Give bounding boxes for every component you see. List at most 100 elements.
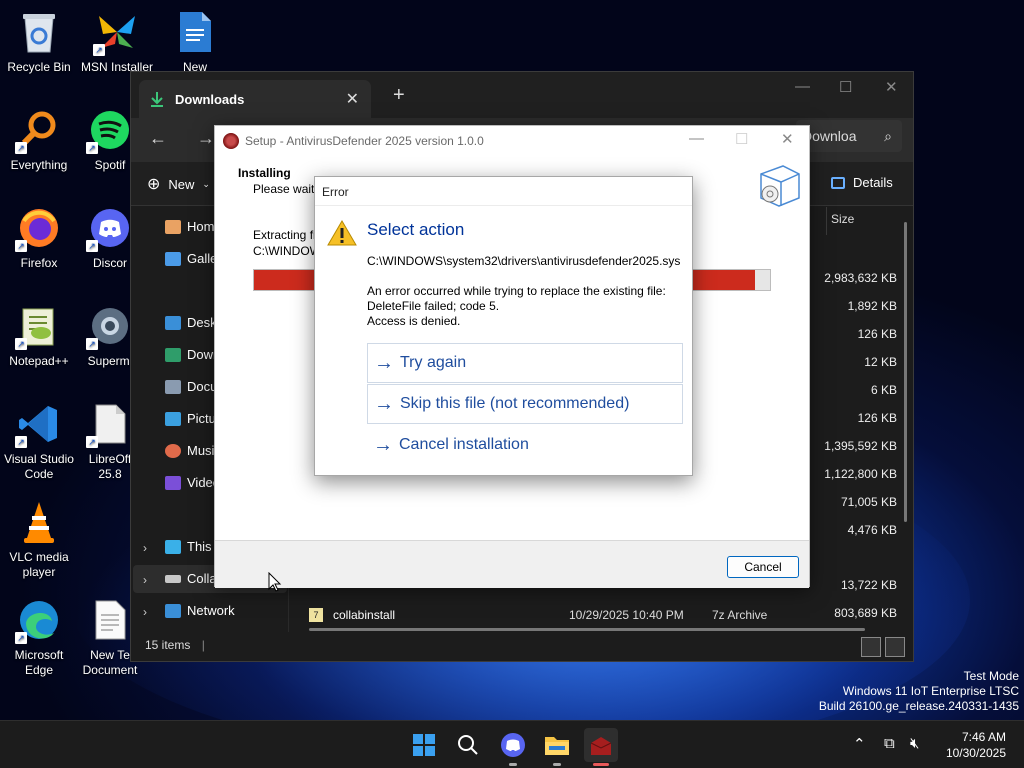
desktop-icon-edge[interactable]: ↗ Microsoft Edge [0, 596, 78, 678]
desktop-icon-vscode[interactable]: ↗ Visual Studio Code [0, 400, 78, 482]
home-icon [165, 219, 181, 234]
desktop-icon-everything[interactable]: ↗ Everything [0, 106, 78, 173]
warning-icon [327, 220, 357, 246]
discord-icon: ↗ [86, 204, 134, 252]
error-dialog-title: Error [315, 177, 692, 206]
error-message: An error occurred while trying to replac… [367, 284, 666, 329]
details-button[interactable]: Details [831, 175, 893, 190]
arrow-right-icon: → [373, 433, 393, 456]
size-column-header[interactable]: Size [831, 212, 854, 226]
explorer-titlebar: Downloads ✕ + — ☐ ✕ [131, 72, 913, 118]
desktop-icon-vlc[interactable]: VLC media player [0, 498, 78, 580]
chevron-up-icon[interactable]: ⌃ [853, 735, 866, 753]
pictures-icon [165, 411, 181, 426]
setup-footer [215, 541, 809, 588]
volume-muted-icon[interactable]: 🔇︎ [910, 735, 919, 752]
icon-label: Firefox [20, 256, 58, 270]
mouse-cursor-icon [268, 572, 282, 592]
music-icon [165, 443, 181, 458]
file-size: 6 KB [870, 383, 897, 397]
tab-downloads[interactable]: Downloads ✕ [139, 80, 371, 118]
icon-label: Microsoft Edge [14, 648, 64, 677]
new-label: New [168, 176, 195, 192]
maximize-icon[interactable]: ☐ [839, 78, 852, 96]
forward-arrow-icon[interactable]: → [197, 128, 215, 149]
taskbar-file-explorer[interactable] [540, 728, 574, 766]
close-icon[interactable]: ✕ [781, 130, 794, 148]
running-indicator [509, 763, 517, 766]
minimize-icon[interactable]: — [795, 78, 810, 95]
setup-app-icon [590, 737, 612, 755]
test-mode-watermark: Test Mode Windows 11 IoT Enterprise LTSC… [819, 669, 1019, 714]
desktop-icon-recycle-bin[interactable]: Recycle Bin [0, 8, 78, 75]
chevron-right-icon[interactable]: › [143, 573, 147, 587]
cancel-installation-button[interactable]: → Cancel installation [367, 425, 683, 465]
file-type: 7z Archive [712, 608, 768, 622]
file-size: 2,983,632 KB [824, 271, 897, 285]
desktop-icon-msn-installer[interactable]: ↗ MSN Installer [78, 8, 156, 75]
icon-label: Notepad++ [9, 354, 69, 368]
minimize-icon[interactable]: — [689, 130, 704, 147]
videos-icon [165, 475, 181, 490]
error-heading: Select action [367, 220, 465, 239]
file-size: 13,722 KB [840, 578, 897, 592]
setup-title: Setup - AntivirusDefender 2025 version 1… [245, 134, 484, 148]
supermium-icon: ↗ [86, 302, 134, 350]
cancel-button[interactable]: Cancel [727, 556, 799, 578]
clock-date: 10/30/2025 [945, 746, 1006, 760]
taskbar-discord[interactable] [496, 728, 530, 766]
file-size: 126 KB [857, 411, 897, 425]
notepadpp-icon: ↗ [15, 302, 63, 350]
details-view-icon[interactable] [861, 637, 881, 657]
chevron-right-icon[interactable]: › [143, 605, 147, 619]
os-build: Build 26100.ge_release.240331-1435 [818, 699, 1019, 713]
desktop-icon-notepadpp[interactable]: ↗ Notepad++ [0, 302, 78, 369]
back-arrow-icon[interactable]: ← [149, 128, 167, 149]
file-size: 12 KB [864, 355, 897, 369]
vertical-scrollbar[interactable] [904, 222, 907, 522]
tiles-view-icon[interactable] [885, 637, 905, 657]
search-icon [458, 735, 478, 755]
install-box-icon [760, 165, 800, 207]
close-tab-icon[interactable]: ✕ [346, 89, 359, 109]
chevron-right-icon[interactable]: › [143, 541, 147, 555]
error-message-line: DeleteFile failed; code 5. [367, 299, 500, 313]
file-size: 803,689 KB [834, 606, 897, 620]
error-message-line: Access is denied. [367, 314, 461, 328]
close-icon[interactable]: ✕ [885, 78, 898, 96]
error-dialog[interactable]: Error Select action C:\WINDOWS\system32\… [314, 176, 693, 476]
details-pane-icon [831, 176, 845, 189]
sidebar-item-network[interactable]: Network [165, 603, 285, 618]
taskbar: ⌃ ⧉ 🔇︎ 7:46 AM 10/30/2025 [0, 720, 1024, 768]
windows-logo-icon [413, 734, 435, 756]
msn-butterfly-icon: ↗ [93, 8, 141, 56]
new-tab-button[interactable]: + [393, 84, 405, 107]
desktop-icon-firefox[interactable]: ↗ Firefox [0, 204, 78, 271]
start-button[interactable] [407, 728, 441, 762]
new-button[interactable]: ⊕ New ⌄ [147, 174, 210, 194]
setup-titlebar: Setup - AntivirusDefender 2025 version 1… [215, 126, 809, 156]
gallery-icon [165, 251, 181, 266]
command-label: Cancel installation [399, 436, 529, 453]
vscode-icon: ↗ [15, 400, 63, 448]
this-pc-icon [165, 539, 181, 554]
file-size: 1,395,592 KB [824, 439, 897, 453]
archive-icon: 7 [309, 608, 323, 622]
drive-icon [165, 574, 181, 583]
desktop-icon-new[interactable]: New [156, 8, 234, 75]
command-label: Try again [400, 354, 467, 371]
edge-icon: ↗ [15, 596, 63, 644]
search-button[interactable] [451, 728, 485, 762]
item-count: 15 items [145, 638, 191, 652]
search-input[interactable]: Downloa ⌕ [796, 120, 902, 152]
setup-heading: Installing [238, 166, 291, 180]
try-again-button[interactable]: → Try again [367, 343, 683, 383]
download-icon [151, 92, 163, 107]
clock[interactable]: 7:46 AM 10/30/2025 [946, 729, 1006, 761]
desktop-folder-icon [165, 315, 181, 330]
clock-time: 7:46 AM [961, 730, 1006, 744]
table-row[interactable]: 7 collabinstall 10/29/2025 10:40 PM 7z A… [305, 604, 865, 626]
taskbar-setup[interactable] [584, 728, 618, 766]
network-tray-icon[interactable]: ⧉ [884, 735, 895, 752]
skip-file-button[interactable]: → Skip this file (not recommended) [367, 384, 683, 424]
